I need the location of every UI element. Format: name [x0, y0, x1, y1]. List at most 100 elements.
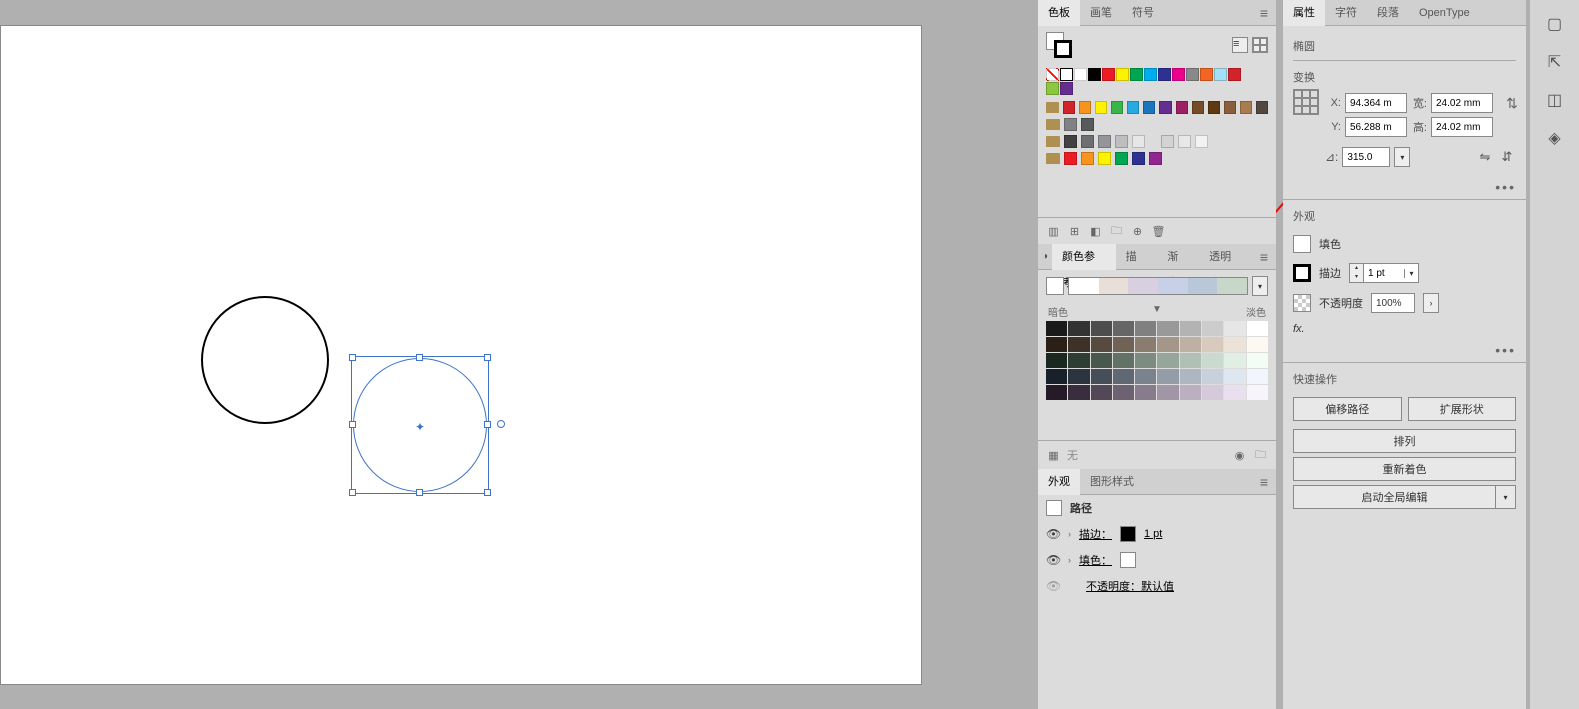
- fill-stroke-proxy[interactable]: [1046, 32, 1072, 58]
- swatch[interactable]: [1098, 152, 1111, 165]
- swatch[interactable]: [1046, 369, 1067, 384]
- tab-character[interactable]: 字符: [1325, 0, 1367, 26]
- swatch[interactable]: [1081, 152, 1094, 165]
- stepper-down-icon[interactable]: ▾: [1350, 273, 1363, 282]
- selected-circle[interactable]: ✦: [353, 358, 487, 492]
- tab-properties[interactable]: 属性: [1283, 0, 1325, 26]
- swatch[interactable]: [1046, 337, 1067, 352]
- swatch[interactable]: [1202, 369, 1223, 384]
- swatch[interactable]: [1208, 101, 1220, 114]
- tab-graphic-styles[interactable]: 图形样式: [1080, 469, 1144, 495]
- offset-path-button[interactable]: 偏移路径: [1293, 397, 1402, 421]
- swatch[interactable]: [1143, 101, 1155, 114]
- swatch[interactable]: [1046, 385, 1067, 400]
- swatch[interactable]: [1135, 369, 1156, 384]
- save-group-icon[interactable]: 🗀: [1253, 448, 1268, 462]
- swatch[interactable]: [1130, 68, 1143, 81]
- swatch[interactable]: [1224, 385, 1245, 400]
- swatch[interactable]: [1068, 385, 1089, 400]
- swatch-kind-icon[interactable]: ⊞: [1067, 224, 1082, 238]
- width-input[interactable]: [1431, 93, 1493, 113]
- swatch[interactable]: [1157, 369, 1178, 384]
- swatch[interactable]: [1224, 353, 1245, 368]
- swatch[interactable]: [1135, 353, 1156, 368]
- swatch[interactable]: [1158, 68, 1171, 81]
- expand-arrow-icon[interactable]: ›: [1068, 555, 1071, 565]
- stroke-proxy[interactable]: [1054, 40, 1072, 58]
- pathfinder-icon[interactable]: ◫: [1541, 86, 1569, 114]
- fx-label[interactable]: fx.: [1293, 323, 1305, 335]
- expand-arrow-icon[interactable]: ›: [1068, 529, 1071, 539]
- swatch[interactable]: [1144, 68, 1157, 81]
- swatch[interactable]: [1081, 118, 1094, 131]
- swatch[interactable]: [1192, 101, 1204, 114]
- swatch[interactable]: [1247, 385, 1268, 400]
- fill-link[interactable]: 填色：: [1079, 552, 1112, 568]
- tab-appearance[interactable]: 外观: [1038, 469, 1080, 495]
- swatch[interactable]: [1060, 82, 1073, 95]
- swatch[interactable]: [1102, 68, 1115, 81]
- swatch[interactable]: [1195, 135, 1208, 148]
- handle-top-left[interactable]: [349, 354, 356, 361]
- fill-color[interactable]: [1120, 552, 1136, 568]
- stepper-up-icon[interactable]: ▴: [1350, 264, 1363, 273]
- folder-icon[interactable]: [1046, 102, 1059, 113]
- swatch[interactable]: [1115, 135, 1128, 148]
- handle-top-right[interactable]: [484, 354, 491, 361]
- swatch[interactable]: [1068, 353, 1089, 368]
- stroke-weight-link[interactable]: 1 pt: [1144, 528, 1162, 540]
- swatch[interactable]: [1178, 135, 1191, 148]
- tab-stroke[interactable]: 描边: [1116, 244, 1158, 270]
- swatch[interactable]: [1091, 353, 1112, 368]
- swatch[interactable]: [1135, 321, 1156, 336]
- swatch[interactable]: [1202, 321, 1223, 336]
- swatch[interactable]: [1113, 353, 1134, 368]
- expand-shape-button[interactable]: 扩展形状: [1408, 397, 1517, 421]
- swatch[interactable]: [1157, 385, 1178, 400]
- swatch[interactable]: [1091, 321, 1112, 336]
- handle-bot-mid[interactable]: [416, 489, 423, 496]
- swatch[interactable]: [1113, 337, 1134, 352]
- grid-view-icon[interactable]: [1252, 37, 1268, 53]
- swatch[interactable]: [1224, 101, 1236, 114]
- swatch[interactable]: [1186, 68, 1199, 81]
- swatch[interactable]: [1064, 152, 1077, 165]
- swatch[interactable]: [1180, 353, 1201, 368]
- panel-menu-icon[interactable]: ≡: [1252, 249, 1276, 265]
- handle-mid-left[interactable]: [349, 421, 356, 428]
- swatch[interactable]: [1068, 337, 1089, 352]
- new-swatch-icon[interactable]: ⊕: [1130, 224, 1145, 238]
- swatch[interactable]: [1135, 385, 1156, 400]
- more-options-icon[interactable]: •••: [1283, 340, 1526, 360]
- swatch[interactable]: [1180, 321, 1201, 336]
- swatch[interactable]: [1224, 369, 1245, 384]
- tab-paragraph[interactable]: 段落: [1367, 0, 1409, 26]
- swatch[interactable]: [1046, 353, 1067, 368]
- global-edit-dropdown[interactable]: ▾: [1496, 485, 1516, 509]
- global-edit-button[interactable]: 启动全局编辑: [1293, 485, 1496, 509]
- swatch[interactable]: [1113, 385, 1134, 400]
- swatch[interactable]: [1256, 101, 1268, 114]
- swatch[interactable]: [1247, 369, 1268, 384]
- swatch[interactable]: [1115, 152, 1128, 165]
- opacity-dropdown[interactable]: ›: [1423, 293, 1439, 313]
- swatch[interactable]: [1172, 68, 1185, 81]
- swatch[interactable]: [1046, 321, 1067, 336]
- swatch[interactable]: [1079, 101, 1091, 114]
- flip-vertical-icon[interactable]: ⇵: [1498, 148, 1516, 166]
- swatch[interactable]: [1091, 337, 1112, 352]
- opacity-value[interactable]: 100%: [1371, 293, 1415, 313]
- tab-color-guide[interactable]: 颜色参考: [1052, 244, 1116, 270]
- more-options-icon[interactable]: •••: [1283, 177, 1526, 197]
- circle-shape-1[interactable]: [201, 296, 329, 424]
- swatch[interactable]: [1228, 68, 1241, 81]
- folder-icon[interactable]: [1046, 153, 1060, 164]
- swatch[interactable]: [1132, 152, 1145, 165]
- swatch[interactable]: [1224, 321, 1245, 336]
- folder-icon[interactable]: [1046, 119, 1060, 130]
- visibility-icon[interactable]: 👁: [1046, 553, 1060, 567]
- swatch[interactable]: [1240, 101, 1252, 114]
- stroke-link[interactable]: 描边：: [1079, 526, 1112, 542]
- swatch[interactable]: [1214, 68, 1227, 81]
- handle-top-mid[interactable]: [416, 354, 423, 361]
